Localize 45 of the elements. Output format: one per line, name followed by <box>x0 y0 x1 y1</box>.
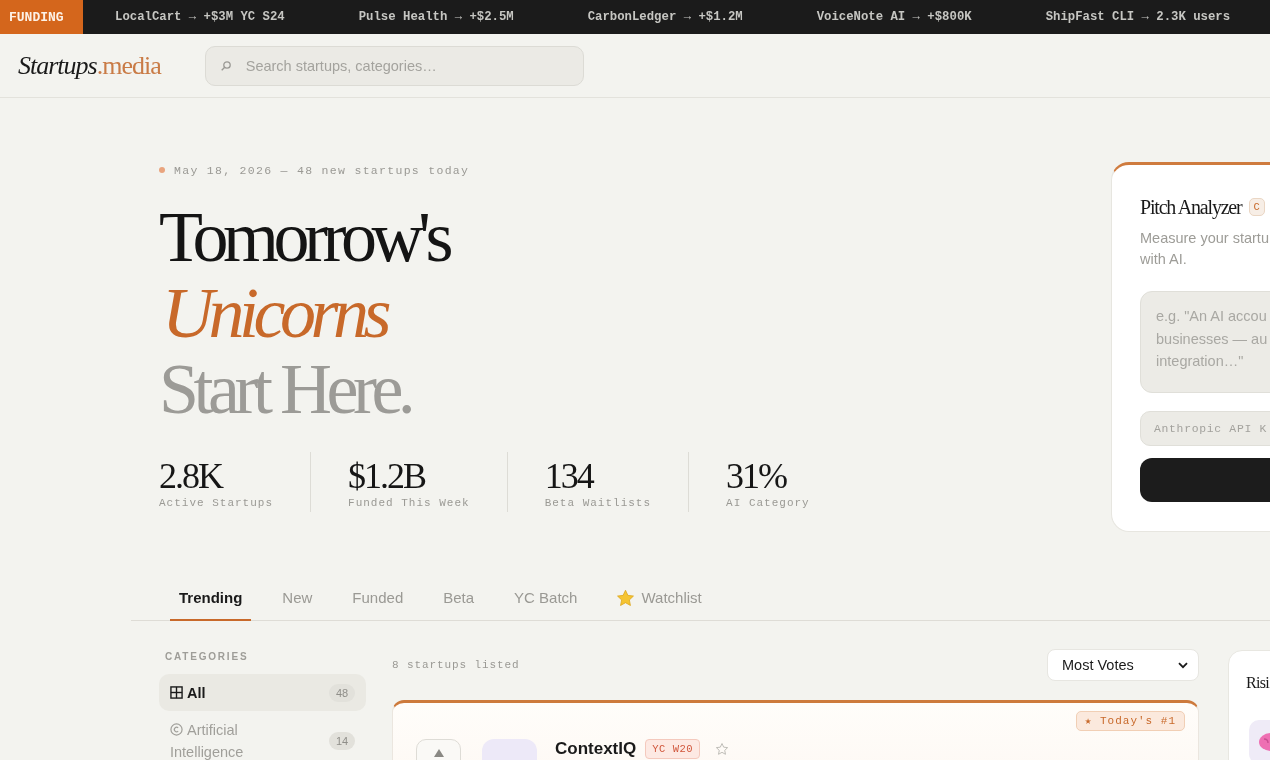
section-heading: CATEGORIES <box>165 651 249 663</box>
count-badge: 48 <box>329 683 355 702</box>
card-badge: C <box>1248 198 1265 216</box>
pitch-input[interactable]: e.g. "An AI accou businesses — au integration…" <box>1140 291 1270 393</box>
triangle-up-icon <box>433 749 444 757</box>
ticker-item[interactable]: ShipFast CLI → 2.3K users <box>1045 10 1231 24</box>
startup-card[interactable]: ★ Today's #1 ContextIQ YC W20 <box>392 700 1199 760</box>
card-title: Risi <box>1246 673 1269 693</box>
dot-icon <box>159 167 165 173</box>
batch-badge: YC W20 <box>645 739 701 759</box>
ticker-item[interactable]: CarbonLedger → +$1.2M <box>587 10 743 24</box>
stat-label: Funded This Week <box>348 496 470 510</box>
funding-label: FUNDING <box>0 0 83 34</box>
ticker-item[interactable]: Pulse Health → +$2.5M <box>358 10 514 24</box>
headline-text: Start Here. <box>159 351 412 427</box>
ticker-item[interactable]: VoiceNote AI → +$800K <box>816 10 972 24</box>
card-description: Measure your startu with AI. <box>1140 229 1269 269</box>
search-field[interactable]: Search startups, categories… <box>204 45 584 86</box>
site-logo[interactable]: Startups.media <box>18 50 161 81</box>
stat-value: 134 <box>544 456 595 496</box>
sort-dropdown[interactable]: Most Votes <box>1047 649 1199 681</box>
category-item[interactable]: All 48 <box>159 674 366 711</box>
highlight-badge: ★ Today's #1 <box>1075 711 1185 731</box>
stat-label: Active Startups <box>159 496 274 510</box>
stat-value: $1.2B <box>348 456 427 496</box>
startup-name[interactable]: ContextIQ <box>555 739 637 759</box>
api-key-field[interactable]: Anthropic API K <box>1140 411 1270 446</box>
headline-text: Tomorrow's <box>159 199 450 275</box>
grid-icon <box>170 685 183 699</box>
stat-label: AI Category <box>726 496 810 510</box>
copyright-icon <box>170 723 183 736</box>
count-badge: 14 <box>329 732 355 750</box>
ticker-item[interactable]: LocalCart → +$3M YC S24 <box>115 10 285 24</box>
chevron-down-icon <box>1178 661 1188 669</box>
headline-text: Unicorns <box>162 275 388 351</box>
stat-value: 31% <box>726 456 788 496</box>
date-line: May 18, 2026 — 48 new startups today <box>174 163 470 177</box>
star-icon[interactable] <box>716 743 729 755</box>
star-icon <box>617 590 635 606</box>
stat-label: Beta Waitlists <box>544 496 652 510</box>
stat-value: 2.8K <box>159 456 224 496</box>
search-icon <box>220 60 231 71</box>
card-title: Pitch Analyzer <box>1140 195 1242 220</box>
results-count: 8 startups listed <box>392 659 520 671</box>
tab[interactable]: Trending <box>170 575 252 621</box>
